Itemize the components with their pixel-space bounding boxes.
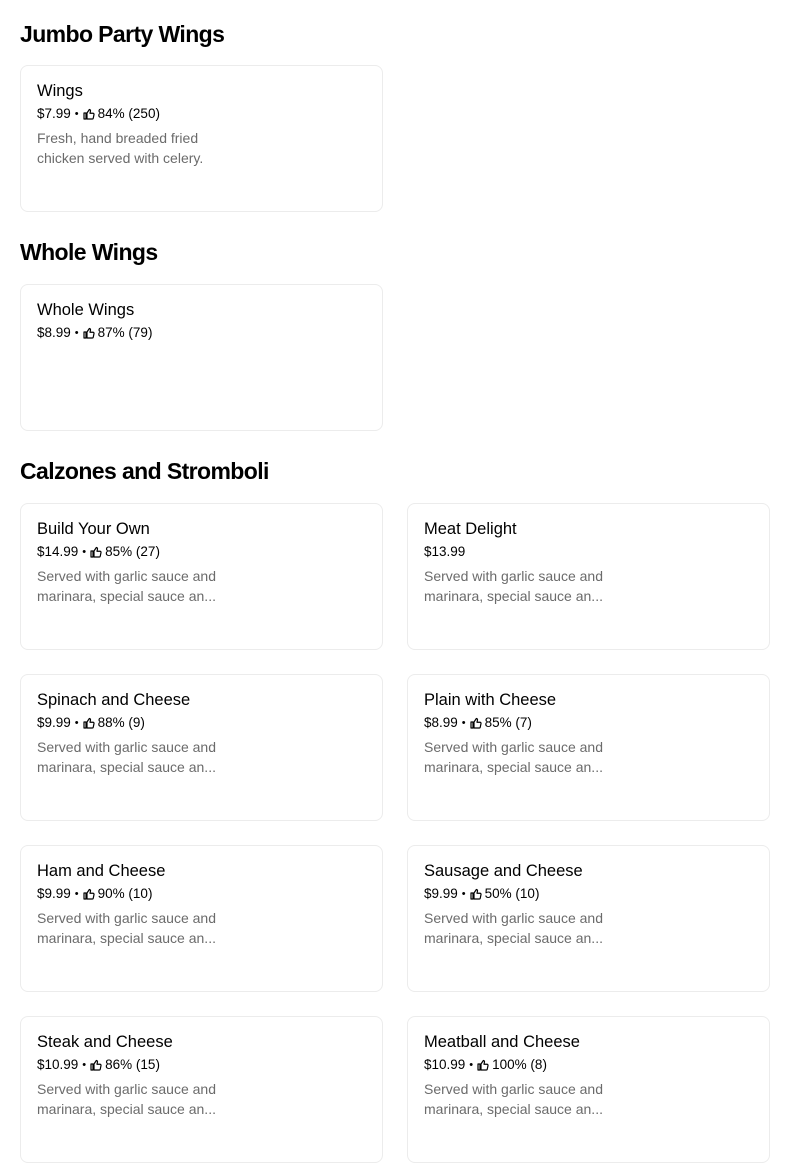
menu-item-card[interactable]: Meatball and Cheese $10.99 • 100% (8) Se…: [407, 1016, 770, 1163]
item-price: $13.99: [424, 544, 466, 559]
menu-item-card[interactable]: Sausage and Cheese $9.99 • 50% (10) Serv…: [407, 845, 770, 992]
item-meta: $9.99 • 88% (9): [37, 713, 366, 733]
thumbs-up-icon: [83, 888, 95, 900]
item-rating: 100% (8): [492, 1057, 547, 1072]
menu-item-card[interactable]: Ham and Cheese $9.99 • 90% (10) Served w…: [20, 845, 383, 992]
menu-item-card[interactable]: Plain with Cheese $8.99 • 85% (7) Served…: [407, 674, 770, 821]
item-rating: 86% (15): [105, 1057, 160, 1072]
thumbs-up-icon: [83, 717, 95, 729]
item-meta: $13.99: [424, 542, 753, 562]
item-name: Plain with Cheese: [424, 691, 557, 709]
section-title: Whole Wings: [20, 239, 158, 265]
item-rating: 85% (7): [484, 715, 532, 730]
item-meta: $10.99 • 86% (15): [37, 1055, 366, 1075]
item-meta: $9.99 • 50% (10): [424, 884, 753, 904]
item-name: Wings: [37, 82, 83, 100]
item-rating: 90% (10): [97, 886, 153, 901]
item-meta: $7.99 • 84% (250): [37, 104, 366, 124]
item-description: Served with garlic sauce and marinara, s…: [37, 910, 216, 946]
item-name: Steak and Cheese: [37, 1033, 173, 1051]
section-title: Calzones and Stromboli: [20, 458, 269, 484]
item-description: Served with garlic sauce and marinara, s…: [37, 739, 216, 775]
separator-dot: •: [82, 546, 87, 558]
item-name: Meatball and Cheese: [424, 1033, 580, 1051]
item-price: $8.99: [37, 325, 71, 340]
separator-dot: •: [461, 888, 466, 900]
item-name: Sausage and Cheese: [424, 862, 583, 880]
item-price: $9.99: [424, 886, 458, 901]
thumbs-up-icon: [83, 327, 95, 339]
item-meta: $10.99 • 100% (8): [424, 1055, 753, 1075]
separator-dot: •: [74, 108, 79, 120]
item-rating: 85% (27): [105, 544, 160, 559]
menu-item-card[interactable]: Build Your Own $14.99 • 85% (27) Served …: [20, 503, 383, 650]
separator-dot: •: [82, 1059, 87, 1071]
item-description: Served with garlic sauce and marinara, s…: [424, 739, 603, 775]
separator-dot: •: [74, 717, 79, 729]
item-meta: $8.99 • 87% (79): [37, 323, 366, 343]
thumbs-up-icon: [90, 1059, 102, 1071]
separator-dot: •: [74, 327, 79, 339]
item-meta: $8.99 • 85% (7): [424, 713, 753, 733]
menu-page: Jumbo Party Wings Wings $7.99 • 84% (250…: [0, 0, 804, 1163]
section-title: Jumbo Party Wings: [20, 21, 225, 47]
item-price: $14.99: [37, 544, 79, 559]
thumbs-up-icon: [83, 108, 95, 120]
item-description: Served with garlic sauce and marinara, s…: [37, 1081, 216, 1117]
separator-dot: •: [469, 1059, 474, 1071]
item-rating: 88% (9): [97, 715, 145, 730]
thumbs-up-icon: [470, 717, 482, 729]
menu-item-card[interactable]: Spinach and Cheese $9.99 • 88% (9) Serve…: [20, 674, 383, 821]
item-rating: 87% (79): [97, 325, 153, 340]
item-description: Served with garlic sauce and marinara, s…: [424, 568, 603, 604]
item-rating: 50% (10): [484, 886, 540, 901]
item-price: $10.99: [37, 1057, 79, 1072]
item-name: Build Your Own: [37, 520, 150, 538]
item-name: Spinach and Cheese: [37, 691, 191, 709]
item-description: Served with garlic sauce and marinara, s…: [424, 910, 603, 946]
menu-item-card[interactable]: Steak and Cheese $10.99 • 86% (15) Serve…: [20, 1016, 383, 1163]
separator-dot: •: [74, 888, 79, 900]
item-price: $8.99: [424, 715, 458, 730]
item-description: Served with garlic sauce and marinara, s…: [37, 568, 216, 604]
menu-section-whole-wings: Whole Wings Whole Wings $8.99 • 87% (79): [20, 212, 784, 431]
item-meta: $14.99 • 85% (27): [37, 542, 366, 562]
item-meta: $9.99 • 90% (10): [37, 884, 366, 904]
item-price: $9.99: [37, 886, 71, 901]
menu-section-calzones-and-stromboli: Calzones and Stromboli Build Your Own $1…: [20, 431, 784, 1163]
item-name: Whole Wings: [37, 301, 135, 319]
item-description: Served with garlic sauce and marinara, s…: [424, 1081, 603, 1117]
menu-section-jumbo-party-wings: Jumbo Party Wings Wings $7.99 • 84% (250…: [20, 0, 784, 212]
menu-item-card[interactable]: Whole Wings $8.99 • 87% (79): [20, 284, 383, 431]
menu-item-card[interactable]: Meat Delight $13.99 Served with garlic s…: [407, 503, 770, 650]
thumbs-up-icon: [477, 1059, 489, 1071]
thumbs-up-icon: [470, 888, 482, 900]
item-name: Meat Delight: [424, 520, 517, 538]
item-name: Ham and Cheese: [37, 862, 166, 880]
item-price: $9.99: [37, 715, 71, 730]
thumbs-up-icon: [90, 546, 102, 558]
separator-dot: •: [461, 717, 466, 729]
item-description: Fresh, hand breaded fried chicken served…: [37, 130, 204, 166]
item-price: $7.99: [37, 106, 71, 121]
item-rating: 84% (250): [97, 106, 160, 121]
item-price: $10.99: [424, 1057, 466, 1072]
menu-item-card[interactable]: Wings $7.99 • 84% (250) Fresh, hand brea…: [20, 65, 383, 212]
